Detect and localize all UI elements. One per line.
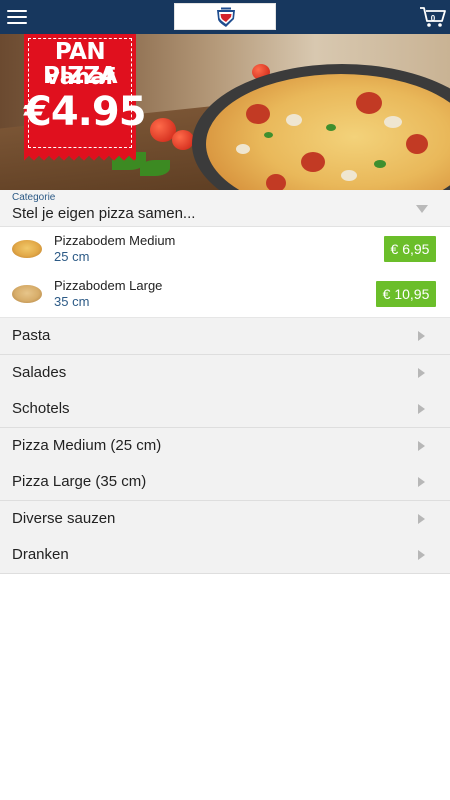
product-row[interactable]: Pizzabodem Medium 25 cm € 6,95 — [0, 227, 450, 273]
category-item-label: Pizza Large (35 cm) — [12, 473, 147, 490]
logo-shield-icon — [217, 7, 235, 27]
product-name: Pizzabodem Medium — [54, 233, 176, 248]
category-item-label: Schotels — [12, 400, 70, 417]
category-value: Stel je eigen pizza samen... — [12, 205, 196, 222]
chevron-down-icon[interactable] — [416, 205, 428, 213]
chevron-right-icon — [418, 550, 425, 560]
product-size: 25 cm — [54, 249, 90, 264]
category-item-label: Dranken — [12, 546, 69, 563]
tomato-decoration — [172, 130, 194, 150]
category-item-pasta[interactable]: Pasta — [0, 318, 450, 355]
hamburger-menu-icon[interactable] — [7, 8, 27, 26]
product-size: 35 cm — [54, 294, 90, 309]
category-item-pizza-medium[interactable]: Pizza Medium (25 cm) — [0, 428, 450, 465]
top-bar: 0 — [0, 0, 450, 34]
pizza-base-icon — [12, 240, 42, 258]
cart-count: 0 — [430, 14, 436, 23]
chevron-right-icon — [418, 477, 425, 487]
shopping-cart-button[interactable]: 0 — [419, 5, 447, 29]
basil-leaf — [140, 160, 170, 176]
category-item-label: Salades — [12, 364, 67, 381]
chevron-right-icon — [418, 368, 425, 378]
category-label: Categorie — [12, 192, 56, 203]
chevron-right-icon — [418, 514, 425, 524]
pizza-base-icon — [12, 285, 42, 303]
promo-banner[interactable]: PAN PIZZA vanaf €4.95 — [0, 34, 450, 190]
product-row[interactable]: Pizzabodem Large 35 cm € 10,95 — [0, 272, 450, 318]
restaurant-logo[interactable] — [174, 3, 276, 30]
chevron-right-icon — [418, 331, 425, 341]
category-item-label: Pasta — [12, 327, 51, 344]
chevron-right-icon — [418, 441, 425, 451]
category-item-schotels[interactable]: Schotels — [0, 391, 450, 428]
category-item-diverse-sauzen[interactable]: Diverse sauzen — [0, 501, 450, 538]
category-item-label: Pizza Medium (25 cm) — [12, 437, 162, 454]
chevron-right-icon — [418, 404, 425, 414]
category-dropdown[interactable]: Categorie Stel je eigen pizza samen... — [0, 190, 450, 227]
category-item-pizza-large[interactable]: Pizza Large (35 cm) — [0, 464, 450, 501]
product-name: Pizzabodem Large — [54, 278, 163, 293]
add-to-cart-price-button[interactable]: € 6,95 — [384, 236, 436, 262]
category-item-dranken[interactable]: Dranken — [0, 537, 450, 574]
promo-subtitle: vanaf — [45, 65, 115, 90]
promo-price: €4.95 — [24, 89, 147, 135]
category-item-salades[interactable]: Salades — [0, 355, 450, 392]
add-to-cart-price-button[interactable]: € 10,95 — [376, 281, 436, 307]
category-item-label: Diverse sauzen — [12, 510, 116, 527]
promo-badge: PAN PIZZA vanaf €4.95 — [24, 34, 147, 161]
